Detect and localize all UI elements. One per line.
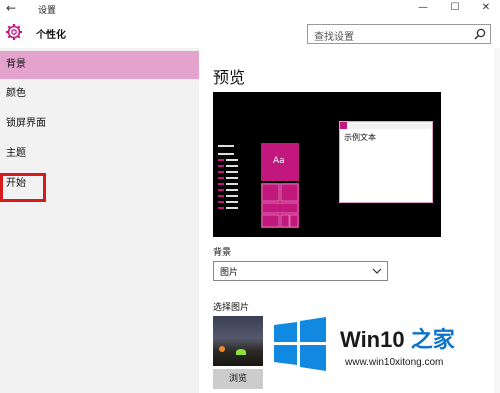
sidebar: 背景 颜色 锁屏界面 主题 开始	[0, 48, 199, 393]
preview-tile: Aa	[261, 143, 299, 181]
highlight-box	[0, 173, 46, 202]
sidebar-item-lock-screen[interactable]: 锁屏界面	[0, 110, 199, 138]
background-label: 背景	[213, 248, 232, 258]
browse-button[interactable]: 浏览	[213, 369, 263, 389]
preview-tile-grid	[261, 183, 299, 228]
background-select-value: 图片	[220, 268, 239, 278]
sidebar-item-colors[interactable]: 颜色	[0, 80, 199, 108]
page-header: 个性化 查找设置	[0, 18, 500, 48]
background-select[interactable]: 图片	[213, 261, 388, 281]
preview-start-list	[218, 145, 250, 219]
preview-window-text: 示例文本	[344, 133, 376, 142]
picture-thumbnail[interactable]	[213, 316, 263, 366]
gear-icon	[6, 24, 22, 40]
maximize-button[interactable]: ☐	[445, 2, 465, 13]
watermark-brand: Win10 之家	[340, 322, 455, 354]
sidebar-item-background[interactable]: 背景	[0, 51, 199, 79]
minimize-button[interactable]: —	[413, 2, 433, 13]
scrollbar[interactable]	[494, 48, 500, 393]
watermark-brand-prefix: Win10	[340, 327, 405, 352]
close-button[interactable]: ✕	[476, 2, 496, 13]
title-bar: ← 设置 — ☐ ✕	[0, 0, 500, 18]
search-input[interactable]: 查找设置	[307, 24, 491, 44]
choose-picture-label: 选择图片	[213, 303, 250, 313]
search-placeholder: 查找设置	[314, 32, 354, 43]
watermark-url: www.win10xitong.com	[345, 357, 444, 368]
page-title: 个性化	[36, 30, 66, 41]
windows-logo-icon	[274, 317, 326, 371]
search-icon[interactable]	[474, 28, 486, 40]
watermark-brand-suffix: 之家	[404, 327, 455, 352]
back-button[interactable]: ←	[6, 1, 16, 15]
preview-tile-label: Aa	[273, 156, 285, 166]
window-title: 设置	[38, 6, 57, 16]
chevron-down-icon	[372, 268, 382, 274]
sidebar-item-themes[interactable]: 主题	[0, 140, 199, 168]
preview-window: 示例文本	[339, 121, 433, 203]
theme-preview: Aa 示例文本	[213, 92, 441, 237]
preview-heading: 预览	[213, 68, 246, 87]
